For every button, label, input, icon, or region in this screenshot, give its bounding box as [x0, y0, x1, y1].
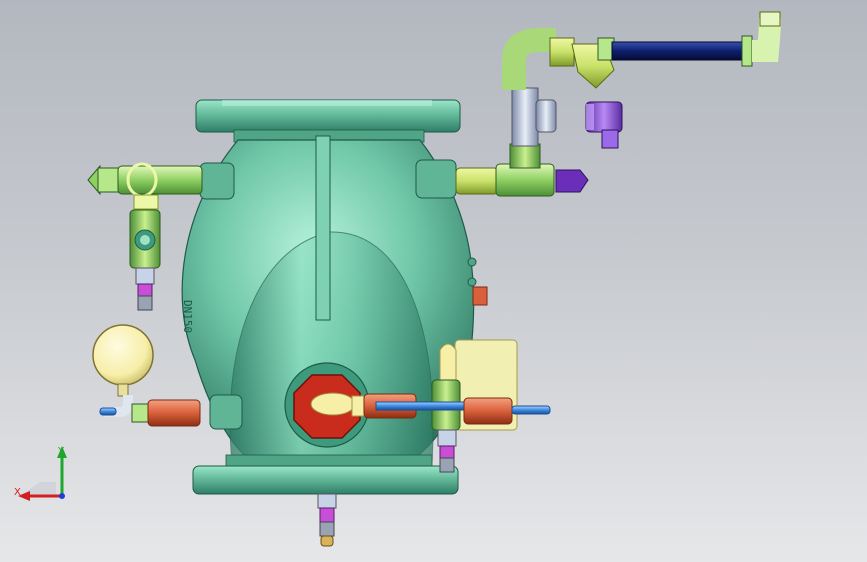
y-axis-label: Y: [57, 446, 65, 457]
z-axis-dot: [59, 493, 65, 499]
coordinate-triad: Y X: [14, 446, 67, 501]
cad-viewport[interactable]: DN150 Y X: [0, 0, 867, 562]
body-stamp-text: DN150: [181, 300, 194, 333]
pressure-gauge[interactable]: [92, 324, 201, 427]
solenoid-valve[interactable]: [585, 101, 623, 149]
x-axis-label: X: [14, 487, 21, 498]
valve-assembly-model[interactable]: DN150: [0, 0, 867, 562]
bottom-drain-sensor[interactable]: [317, 493, 337, 547]
